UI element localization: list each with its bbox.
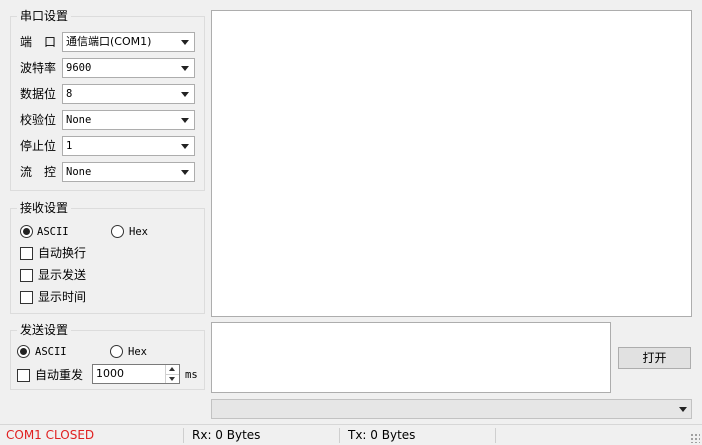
resend-interval-value: 1000 bbox=[96, 367, 124, 380]
flow-control-label: 流 控 bbox=[20, 165, 57, 179]
port-label: 端 口 bbox=[20, 35, 57, 49]
data-bits-select[interactable]: 8 bbox=[62, 84, 195, 104]
status-separator bbox=[339, 428, 340, 443]
flow-control-value: None bbox=[66, 166, 92, 178]
chevron-down-icon bbox=[181, 66, 189, 71]
baud-rate-select[interactable]: 9600 bbox=[62, 58, 195, 78]
parity-select[interactable]: None bbox=[62, 110, 195, 130]
auto-resend-checkbox[interactable] bbox=[17, 369, 30, 382]
send-settings-title: 发送设置 bbox=[17, 323, 72, 337]
receive-ascii-radio[interactable] bbox=[20, 225, 33, 238]
auto-wrap-checkbox[interactable] bbox=[20, 247, 33, 260]
chevron-down-icon bbox=[181, 144, 189, 149]
spin-up-icon[interactable] bbox=[165, 365, 179, 374]
open-button[interactable]: 打开 bbox=[618, 347, 691, 369]
flow-control-select[interactable]: None bbox=[62, 162, 195, 182]
receive-hex-label[interactable]: Hex bbox=[129, 224, 148, 240]
send-ascii-label[interactable]: ASCII bbox=[35, 344, 67, 360]
send-history-select[interactable] bbox=[211, 399, 692, 419]
interval-unit-label: ms bbox=[185, 369, 198, 381]
port-value: 通信端口(COM1) bbox=[66, 35, 152, 48]
tx-count-text: Tx: 0 Bytes bbox=[348, 428, 416, 442]
send-ascii-radio[interactable] bbox=[17, 345, 30, 358]
receive-hex-radio[interactable] bbox=[111, 225, 124, 238]
auto-resend-label[interactable]: 自动重发 bbox=[35, 367, 83, 383]
receive-ascii-label[interactable]: ASCII bbox=[37, 224, 69, 240]
chevron-down-icon bbox=[181, 40, 189, 45]
baud-rate-value: 9600 bbox=[66, 62, 92, 74]
show-sent-checkbox[interactable] bbox=[20, 269, 33, 282]
port-select[interactable]: 通信端口(COM1) bbox=[62, 32, 195, 52]
send-textarea[interactable] bbox=[211, 322, 611, 393]
chevron-down-icon bbox=[181, 170, 189, 175]
baud-rate-label: 波特率 bbox=[20, 61, 57, 75]
show-time-label[interactable]: 显示时间 bbox=[38, 289, 86, 305]
port-status-text: COM1 CLOSED bbox=[6, 428, 95, 442]
resize-grip-icon[interactable] bbox=[690, 433, 700, 443]
send-hex-label[interactable]: Hex bbox=[128, 344, 147, 360]
open-button-label: 打开 bbox=[642, 351, 667, 365]
show-time-checkbox[interactable] bbox=[20, 291, 33, 304]
stop-bits-value: 1 bbox=[66, 140, 73, 152]
stop-bits-select[interactable]: 1 bbox=[62, 136, 195, 156]
auto-wrap-label[interactable]: 自动换行 bbox=[38, 245, 86, 261]
resend-interval-input[interactable]: 1000 bbox=[92, 364, 180, 384]
parity-label: 校验位 bbox=[20, 113, 57, 127]
chevron-down-icon bbox=[181, 118, 189, 123]
chevron-down-icon bbox=[181, 92, 189, 97]
status-separator bbox=[183, 428, 184, 443]
data-bits-label: 数据位 bbox=[20, 87, 57, 101]
show-sent-label[interactable]: 显示发送 bbox=[38, 267, 86, 283]
chevron-down-icon bbox=[679, 407, 687, 412]
receive-settings-title: 接收设置 bbox=[17, 201, 72, 215]
serial-settings-title: 串口设置 bbox=[17, 9, 72, 23]
status-bar: COM1 CLOSED Rx: 0 Bytes Tx: 0 Bytes bbox=[0, 424, 702, 445]
receive-textarea[interactable] bbox=[211, 10, 692, 317]
parity-value: None bbox=[66, 114, 92, 126]
status-separator bbox=[495, 428, 496, 443]
spin-down-icon[interactable] bbox=[165, 374, 179, 383]
rx-count-text: Rx: 0 Bytes bbox=[192, 428, 261, 442]
data-bits-value: 8 bbox=[66, 88, 73, 100]
stop-bits-label: 停止位 bbox=[20, 139, 57, 153]
send-hex-radio[interactable] bbox=[110, 345, 123, 358]
